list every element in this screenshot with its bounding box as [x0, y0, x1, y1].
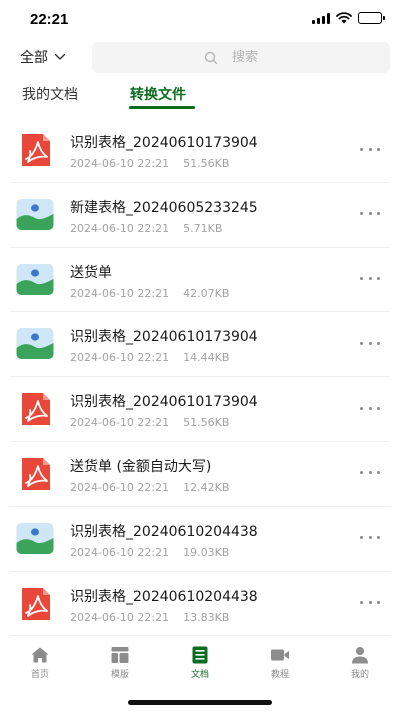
- file-meta: 2024-06-10 22:21 12.42KB: [70, 481, 229, 494]
- signal-icon: [312, 12, 330, 24]
- home-icon: [31, 647, 49, 663]
- file-row[interactable]: 识别表格_20240610204438 2024-06-10 22:21 19.…: [10, 507, 390, 572]
- more-options-icon[interactable]: [360, 531, 380, 545]
- status-time: 22:21: [30, 11, 69, 28]
- nav-home-label: 首页: [30, 670, 49, 680]
- more-options-icon[interactable]: [360, 401, 380, 415]
- pdf-icon: [22, 457, 50, 490]
- file-row[interactable]: 识别表格_20240610204438 2024-06-10 22:21 13.…: [10, 572, 390, 637]
- image-icon: [16, 198, 54, 230]
- nav-tutorials-label: 教程: [270, 670, 289, 680]
- file-name: 识别表格_20240610204438: [70, 523, 258, 540]
- file-meta: 2024-06-10 22:21 42.07KB: [70, 287, 229, 300]
- file-name: 送货单 (金额自动大写): [70, 458, 212, 475]
- image-icon: [16, 522, 54, 554]
- file-meta: 2024-06-10 22:21 19.03KB: [70, 546, 229, 559]
- nav-documents-label: 文档: [190, 670, 209, 680]
- file-size: 51.56KB: [183, 416, 230, 430]
- video-icon: [271, 649, 289, 661]
- file-date: 2024-06-10 22:21: [70, 351, 170, 365]
- search-input[interactable]: [232, 50, 278, 65]
- file-meta: 2024-06-10 22:21 13.83KB: [70, 611, 229, 624]
- file-date: 2024-06-10 22:21: [70, 221, 170, 235]
- image-icon: [16, 328, 54, 360]
- more-options-icon[interactable]: [360, 272, 380, 286]
- search-icon: [204, 51, 218, 64]
- file-date: 2024-06-10 22:21: [70, 416, 170, 430]
- file-meta: 2024-06-10 22:21 14.44KB: [70, 351, 229, 364]
- file-date: 2024-06-10 22:21: [70, 157, 170, 170]
- file-meta: 2024-06-10 22:21 51.56KB: [70, 157, 229, 170]
- tab-converted-files[interactable]: 转换文件: [130, 84, 186, 104]
- file-row[interactable]: 送货单 (金额自动大写) 2024-06-10 22:21 12.42KB: [10, 442, 390, 507]
- file-row[interactable]: 识别表格_20240610173904 2024-06-10 22:21 51.…: [10, 118, 390, 183]
- file-row[interactable]: 新建表格_20240605233245 2024-06-10 22:21 5.7…: [10, 183, 390, 248]
- more-options-icon[interactable]: [360, 336, 380, 350]
- file-list: 识别表格_20240610173904 2024-06-10 22:21 51.…: [0, 118, 400, 637]
- nav-documents[interactable]: 文档: [160, 646, 240, 686]
- nav-templates[interactable]: 模版: [80, 646, 160, 686]
- nav-tutorials[interactable]: 教程: [240, 646, 320, 686]
- file-size: 13.83KB: [183, 610, 230, 624]
- document-icon: [192, 646, 208, 664]
- pdf-icon: [22, 393, 50, 426]
- file-date: 2024-06-10 22:21: [70, 610, 170, 624]
- more-options-icon[interactable]: [360, 466, 380, 480]
- filter-dropdown[interactable]: 全部: [20, 47, 66, 67]
- file-name: 识别表格_20240610173904: [70, 329, 258, 346]
- file-row[interactable]: 识别表格_20240610173904 2024-06-10 22:21 51.…: [10, 377, 390, 442]
- file-size: 5.71KB: [183, 221, 223, 235]
- file-name: 识别表格_20240610173904: [70, 394, 258, 411]
- chevron-down-icon: [54, 53, 66, 60]
- tab-bar: 我的文档 转换文件: [0, 82, 400, 112]
- battery-icon: [358, 12, 385, 24]
- search-bar[interactable]: [92, 42, 390, 73]
- file-date: 2024-06-10 22:21: [70, 480, 170, 494]
- status-icons: [312, 12, 385, 24]
- nav-home[interactable]: 首页: [0, 646, 80, 686]
- pdf-icon: [22, 134, 50, 166]
- file-size: 19.03KB: [183, 545, 230, 559]
- template-icon: [111, 647, 129, 663]
- file-size: 12.42KB: [183, 480, 230, 494]
- file-row[interactable]: 识别表格_20240610173904 2024-06-10 22:21 14.…: [10, 312, 390, 378]
- file-meta: 2024-06-10 22:21 5.71KB: [70, 222, 222, 235]
- nav-profile-label: 我的: [350, 670, 369, 680]
- file-meta: 2024-06-10 22:21 51.56KB: [70, 416, 229, 429]
- nav-profile[interactable]: 我的: [320, 646, 400, 686]
- file-size: 42.07KB: [183, 286, 230, 300]
- status-bar: 22:21: [0, 0, 400, 38]
- file-date: 2024-06-10 22:21: [70, 545, 170, 559]
- file-row[interactable]: 送货单 2024-06-10 22:21 42.07KB: [10, 248, 390, 313]
- wifi-icon: [336, 12, 352, 24]
- more-options-icon[interactable]: [360, 596, 380, 610]
- profile-icon: [352, 647, 368, 664]
- file-name: 识别表格_20240610173904: [70, 135, 258, 151]
- active-tab-indicator: [129, 106, 195, 109]
- image-icon: [16, 263, 54, 295]
- pdf-icon: [22, 587, 50, 620]
- file-name: 新建表格_20240605233245: [70, 199, 258, 216]
- tab-my-documents[interactable]: 我的文档: [22, 84, 78, 104]
- home-indicator: [128, 700, 272, 705]
- more-options-icon[interactable]: [360, 142, 380, 156]
- file-name: 送货单: [70, 264, 112, 281]
- more-options-icon[interactable]: [360, 207, 380, 221]
- file-size: 51.56KB: [183, 157, 230, 170]
- bottom-nav: 首页 模版 文档 教程 我的: [0, 646, 400, 686]
- file-size: 14.44KB: [183, 351, 230, 365]
- file-name: 识别表格_20240610204438: [70, 588, 258, 605]
- filter-label: 全部: [20, 50, 48, 66]
- file-date: 2024-06-10 22:21: [70, 286, 170, 300]
- nav-templates-label: 模版: [110, 670, 129, 680]
